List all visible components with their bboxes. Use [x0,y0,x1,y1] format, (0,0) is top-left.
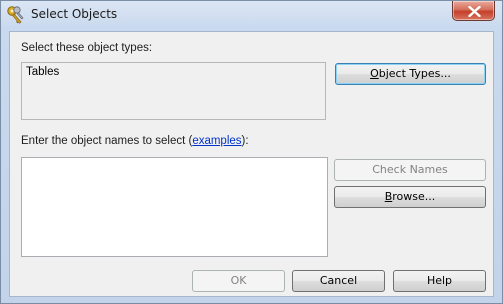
browse-button[interactable]: Browse... [334,186,486,208]
object-names-input[interactable] [21,157,328,257]
title-bar[interactable]: Select Objects [1,1,502,28]
close-icon [468,6,481,17]
object-types-label: Select these object types: [21,42,153,54]
object-types-mnemonic: O [370,67,379,80]
help-button[interactable]: Help [393,270,486,292]
cancel-button[interactable]: Cancel [292,270,385,292]
dialog-client-area: Select these object types: Tables Object… [9,31,494,297]
examples-link[interactable]: examples [192,135,241,147]
select-objects-dialog: Select Objects Select these object types… [0,0,503,304]
object-types-value: Tables [26,66,60,78]
check-names-button[interactable]: Check Names [334,159,486,181]
ok-button[interactable]: OK [192,270,285,292]
object-names-label: Enter the object names to select (exampl… [21,135,249,147]
object-types-field: Tables [21,62,326,120]
close-button[interactable] [452,1,495,21]
object-types-button[interactable]: Object Types... [335,63,486,85]
window-title: Select Objects [31,7,118,21]
keys-icon [5,5,25,25]
